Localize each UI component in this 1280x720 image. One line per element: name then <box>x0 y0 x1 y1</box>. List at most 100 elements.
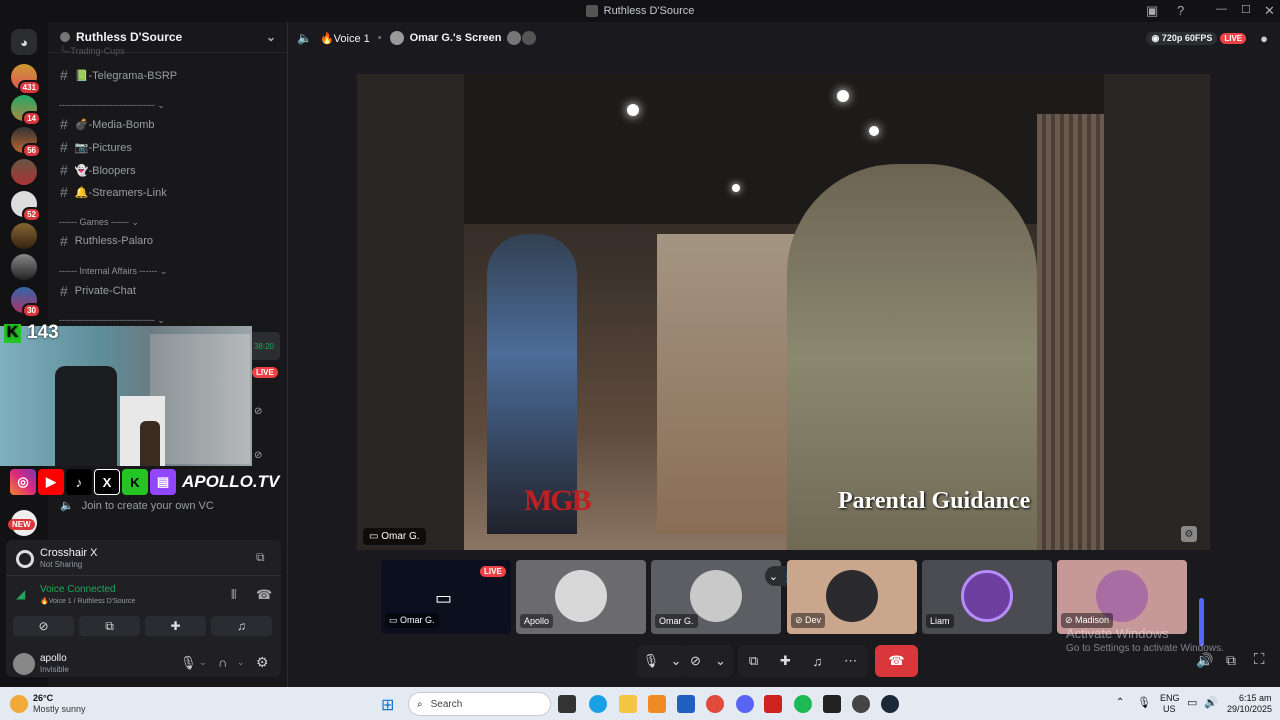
channel-private-chat[interactable]: # Private-Chat <box>60 283 136 299</box>
viewer-avatar[interactable] <box>522 31 537 45</box>
participant-tile[interactable]: Apollo <box>516 560 646 634</box>
screen-share-icon[interactable]: ⧉ <box>749 653 758 669</box>
network-icon[interactable]: ▭ <box>1187 696 1197 709</box>
discord-taskbar-icon[interactable] <box>736 695 754 713</box>
scrollbar[interactable] <box>1199 598 1204 646</box>
server-icon[interactable]: 431 <box>11 64 41 95</box>
channel-streamers-link[interactable]: # 🔔-Streamers-Link <box>60 184 167 200</box>
server-icon[interactable]: 30 <box>11 287 41 318</box>
volume-icon[interactable]: 🔊 <box>1204 696 1218 709</box>
headphones-icon[interactable]: ∩ <box>218 655 227 670</box>
channel-bloopers[interactable]: # 👻-Bloopers <box>60 162 136 178</box>
task-view-icon[interactable] <box>558 695 576 713</box>
ceiling-light <box>627 104 639 116</box>
file-explorer-icon[interactable] <box>619 695 637 713</box>
category-divider[interactable]: -------------------------------- ⌄ <box>59 315 165 326</box>
share-screen-icon[interactable]: ⧉ <box>256 550 265 565</box>
participant-tile[interactable]: ⊘ Madison <box>1057 560 1187 634</box>
hash-icon: # <box>60 139 68 155</box>
camera-button[interactable]: ⊘ ⌄ <box>683 645 733 677</box>
soundboard-icon[interactable]: ♫ <box>813 654 823 669</box>
channel-media-bomb[interactable]: # 💣-Media-Bomb <box>60 116 155 132</box>
maximize-button[interactable]: ☐ <box>1241 3 1251 16</box>
video-off-button[interactable]: ⊘ <box>13 616 74 636</box>
channel-label: ╰–Trading-Cups <box>60 46 125 56</box>
kick-logo-icon: K <box>4 323 21 343</box>
focus-icon[interactable]: ⚙ <box>1181 526 1197 542</box>
screen-share-button[interactable]: ⧉ <box>79 616 140 636</box>
ceiling-light <box>837 90 849 102</box>
participant-tile[interactable]: ▭ LIVE ▭ Omar G. <box>381 560 511 634</box>
server-icon[interactable]: 56 <box>11 127 41 158</box>
divider <box>6 575 281 576</box>
clock-time[interactable]: 6:15 am <box>1239 693 1272 703</box>
discord-home-icon[interactable]: ◕ <box>11 29 37 55</box>
fullscreen-icon[interactable]: ⛶ <box>1254 651 1265 668</box>
activities-button[interactable]: ✚ <box>145 616 206 636</box>
viewer-avatar[interactable] <box>507 31 522 45</box>
windows-start-icon[interactable]: ⊞ <box>381 695 394 715</box>
activities-icon[interactable]: ✚ <box>780 653 791 669</box>
app-icon[interactable] <box>764 695 782 713</box>
server-icon[interactable] <box>11 159 37 185</box>
presenter-label: ▭ Omar G. <box>363 528 426 545</box>
category-divider[interactable]: -------------------------------- ⌄ <box>59 100 165 111</box>
channel-telegrama[interactable]: # 📗-Telegrama-BSRP <box>60 67 177 83</box>
chevron-down-icon[interactable]: ⌄ <box>237 657 245 668</box>
avatar[interactable] <box>13 653 35 675</box>
soundboard-button[interactable]: ♫ <box>211 616 272 636</box>
chevron-down-icon[interactable]: ⌄ <box>266 30 276 44</box>
vc-timer: 38:20 <box>248 332 280 360</box>
voice-location[interactable]: 🔥Voice 1 / Ruthless D'Source <box>40 597 135 605</box>
search-box[interactable]: ⌕ Search <box>408 692 551 716</box>
more-options-icon[interactable]: ⋯ <box>844 653 857 669</box>
settings-gear-icon[interactable]: ⚙ <box>256 654 269 671</box>
chevron-down-icon[interactable]: ⌄ <box>199 657 207 668</box>
edge-icon[interactable] <box>589 695 607 713</box>
leave-call-button[interactable]: ☎ <box>875 645 918 677</box>
category-games[interactable]: ------ Games ------ ⌄ <box>59 217 139 228</box>
app-icon[interactable] <box>823 695 841 713</box>
spotify-icon[interactable] <box>794 695 812 713</box>
stream-video[interactable]: MGB Parental Guidance ▭ Omar G. ⚙ <box>357 74 1210 550</box>
server-icon[interactable]: 52 <box>11 191 41 222</box>
quality-label: 720p 60FPS <box>1161 32 1213 43</box>
help-icon[interactable]: ? <box>1177 3 1184 18</box>
create-vc-channel[interactable]: 🔈 Join to create your own VC <box>60 499 214 513</box>
minimize-button[interactable]: — <box>1216 3 1227 15</box>
server-icon[interactable] <box>11 223 37 249</box>
channel-item[interactable]: ╰–Trading-Cups <box>60 46 125 57</box>
participant-tile[interactable]: Liam <box>922 560 1052 634</box>
microphone-button[interactable]: 🎙 ⌄ <box>637 645 687 677</box>
tile-label: Apollo <box>520 614 554 628</box>
server-icon[interactable] <box>11 254 37 280</box>
server-icon[interactable]: 14 <box>11 95 41 126</box>
disconnect-icon[interactable]: ☎ <box>256 587 272 603</box>
obs-icon[interactable] <box>852 695 870 713</box>
microphone-icon[interactable]: 🎙 <box>1137 696 1151 709</box>
volume-icon[interactable]: 🔊 <box>1196 652 1213 669</box>
chrome-icon[interactable] <box>706 695 724 713</box>
steam-icon[interactable] <box>881 695 899 713</box>
store-icon[interactable] <box>677 695 695 713</box>
window-title: Ruthless D'Source <box>603 5 695 17</box>
chat-bubble-icon[interactable]: ● <box>1260 31 1268 46</box>
language-code[interactable]: ENG <box>1160 693 1180 703</box>
app-icon[interactable] <box>648 695 666 713</box>
category-internal-affairs[interactable]: ------ Internal Affairs ------ ⌄ <box>59 266 167 277</box>
inbox-icon[interactable]: ▣ <box>1146 3 1158 19</box>
participant-tile[interactable]: ⊘ Dev <box>787 560 917 634</box>
weather-icon[interactable] <box>10 695 28 713</box>
noise-suppression-icon[interactable]: ⫴ <box>231 587 236 603</box>
chevron-up-icon[interactable]: ⌃ <box>1116 697 1124 708</box>
microphone-icon: 🎙 <box>642 653 660 668</box>
participant-tile[interactable]: Omar G. <box>651 560 781 634</box>
channel-pictures[interactable]: # 📷-Pictures <box>60 139 132 155</box>
hash-icon: # <box>60 162 68 178</box>
popout-icon[interactable]: ⧉ <box>1226 652 1236 669</box>
activation-watermark: Activate Windows <box>1066 626 1169 641</box>
channel-ruthless-palaro[interactable]: # Ruthless-Palaro <box>60 233 153 249</box>
microphone-icon[interactable]: 🎙 <box>180 655 197 671</box>
voice-channel-name[interactable]: 🔥Voice 1 <box>320 32 370 45</box>
close-button[interactable]: ✕ <box>1264 3 1275 19</box>
